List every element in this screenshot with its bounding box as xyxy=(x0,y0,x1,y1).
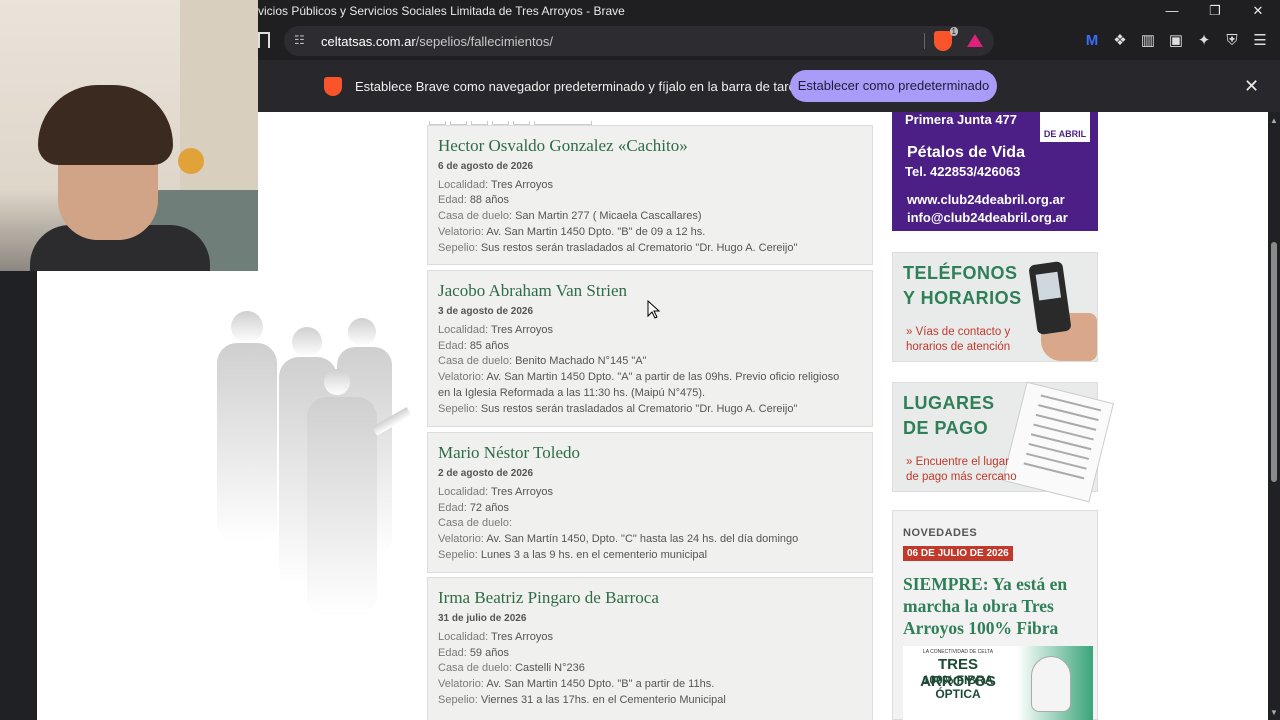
brave-shield-icon[interactable]: 1 xyxy=(934,27,958,51)
infobar-message: Establece Brave como navegador predeterm… xyxy=(355,79,810,94)
obituary-localidad: Localidad: Tres Arroyos xyxy=(438,324,553,336)
obituary-date: 6 de agosto de 2026 xyxy=(438,161,534,172)
obituary-sepelio: Sepelio: Sus restos serán trasladados al… xyxy=(438,403,798,415)
scrollbar[interactable]: ▲ ▼ xyxy=(1268,112,1280,720)
obituary-velatorio-cont: en la Iglesia Reformada a las 11:30 hs. … xyxy=(438,387,706,399)
obituary-velatorio: Velatorio: Av. San Martin 1450 Dpto. "B"… xyxy=(438,226,706,238)
site-settings-icon[interactable]: ☷ xyxy=(294,33,305,47)
scrollbar-thumb[interactable] xyxy=(1271,242,1277,482)
scroll-up-icon[interactable]: ▲ xyxy=(1270,116,1278,125)
address-bar[interactable]: ☷ celtatsas.com.ar/sepelios/fallecimient… xyxy=(284,26,994,56)
obituary-casa: Casa de duelo: San Martin 277 ( Micaela … xyxy=(438,210,702,222)
banner-heading: TELÉFONOS xyxy=(903,263,1018,283)
brave-rewards-icon[interactable] xyxy=(967,34,983,47)
mascot-image xyxy=(1031,656,1071,712)
novedades-heading: NOVEDADES xyxy=(903,527,978,539)
obituary-date: 31 de julio de 2026 xyxy=(438,613,527,624)
obituary-card: Mario Néstor Toledo 2 de agosto de 2026 … xyxy=(427,432,873,573)
infobar-close-icon[interactable]: ✕ xyxy=(1244,76,1259,97)
obituary-edad: Edad: 88 años xyxy=(438,194,509,206)
obituary-edad: Edad: 59 años xyxy=(438,647,509,659)
news-headline[interactable]: SIEMPRE: Ya está en marcha la obra Tres … xyxy=(903,573,1093,639)
obituary-card: Jacobo Abraham Van Strien 3 de agosto de… xyxy=(427,270,873,427)
lugares-de-pago-banner[interactable]: LUGARES DE PAGO » Encuentre el lugar de … xyxy=(892,381,1115,503)
obituary-localidad: Localidad: Tres Arroyos xyxy=(438,486,553,498)
obituary-velatorio: Velatorio: Av. San Martin 1450 Dpto. "B"… xyxy=(438,678,715,690)
banner-heading: DE PAGO xyxy=(903,418,989,438)
obituary-edad: Edad: 85 años xyxy=(438,340,509,352)
obituary-name[interactable]: Jacobo Abraham Van Strien xyxy=(438,281,627,301)
telefonos-horarios-banner[interactable]: TELÉFONOS Y HORARIOS » Vías de contacto … xyxy=(892,252,1098,362)
obituary-sepelio: Sepelio: Sus restos serán trasladados al… xyxy=(438,242,798,254)
close-icon[interactable]: ✕ xyxy=(1236,0,1280,22)
sidebar-icon[interactable]: ▥ xyxy=(1138,31,1158,51)
wallet-icon[interactable]: ▣ xyxy=(1166,31,1186,51)
news-image[interactable]: LA CONECTIVIDAD DE CELTA TRES ARROYOS 10… xyxy=(903,646,1093,720)
club-logo: DE ABRIL xyxy=(1040,112,1090,142)
set-default-button[interactable]: Establecer como predeterminado xyxy=(790,70,997,102)
silhouette-decoration xyxy=(217,311,412,617)
webcam-overlay xyxy=(0,0,258,271)
obituary-date: 2 de agosto de 2026 xyxy=(438,468,534,479)
leo-icon[interactable]: M xyxy=(1082,31,1102,51)
obituary-card: Irma Beatriz Pingaro de Barroca 31 de ju… xyxy=(427,577,873,720)
obituary-casa: Casa de duelo: Benito Machado N°145 "A" xyxy=(438,355,647,367)
banner-link[interactable]: » Encuentre el lugar xyxy=(906,455,1009,470)
obituary-date: 3 de agosto de 2026 xyxy=(438,306,534,317)
brave-logo-icon xyxy=(324,77,342,96)
window-title: vicios Públicos y Servicios Sociales Lim… xyxy=(258,4,625,18)
banner-link[interactable]: de pago más cercano xyxy=(906,470,1017,485)
minimize-icon[interactable]: — xyxy=(1150,0,1194,22)
default-browser-infobar: Establece Brave como navegador predeterm… xyxy=(258,60,1280,112)
news-image-subtitle: 100% FIBRA ÓPTICA xyxy=(922,673,994,701)
url-text[interactable]: celtatsas.com.ar/sepelios/fallecimientos… xyxy=(321,34,553,49)
news-date-badge: 06 DE JULIO DE 2026 xyxy=(903,546,1013,561)
banner-email: info@club24deabril.org.ar xyxy=(907,210,1068,225)
news-image-caption: LA CONECTIVIDAD DE CELTA xyxy=(922,649,994,655)
novedades-panel: NOVEDADES 06 DE JULIO DE 2026 SIEMPRE: Y… xyxy=(892,510,1098,720)
bookmark-icon[interactable] xyxy=(258,32,270,48)
banner-web: www.club24deabril.org.ar xyxy=(907,192,1065,207)
obituary-velatorio: Velatorio: Av. San Martín 1450, Dpto. "C… xyxy=(438,533,799,545)
obituary-card: Hector Osvaldo Gonzalez «Cachito» 6 de a… xyxy=(427,125,873,265)
scroll-down-icon[interactable]: ▼ xyxy=(1270,708,1278,717)
banner-heading: LUGARES xyxy=(903,393,995,413)
obituary-edad: Edad: 72 años xyxy=(438,502,509,514)
banner-title: Pétalos de Vida xyxy=(907,144,1025,161)
banner-address: Primera Junta 477 xyxy=(905,112,1018,127)
ai-icon[interactable]: ✦ xyxy=(1194,31,1214,51)
obituary-name[interactable]: Irma Beatriz Pingaro de Barroca xyxy=(438,588,659,608)
shield-count-badge: 1 xyxy=(949,27,958,36)
petalos-de-vida-banner[interactable]: Primera Junta 477 DE ABRIL Pétalos de Vi… xyxy=(892,112,1098,231)
banner-link[interactable]: horarios de atención xyxy=(906,340,1010,355)
banner-link[interactable]: » Vías de contacto y xyxy=(906,325,1010,340)
obituary-casa: Casa de duelo: Castelli N°236 xyxy=(438,662,585,674)
divider xyxy=(924,33,925,49)
menu-icon[interactable]: ☰ xyxy=(1250,31,1270,51)
obituary-velatorio: Velatorio: Av. San Martin 1450 Dpto. "A"… xyxy=(438,371,840,383)
pagination xyxy=(429,112,596,125)
phone-icon xyxy=(1028,260,1072,336)
obituary-casa: Casa de duelo: xyxy=(438,517,512,529)
restore-icon[interactable]: ❐ xyxy=(1193,0,1237,22)
invoice-icon xyxy=(1001,381,1115,503)
obituary-sepelio: Sepelio: Lunes 3 a las 9 hs. en el cemen… xyxy=(438,549,708,561)
banner-phone: Tel. 422853/426063 xyxy=(905,164,1021,179)
vpn-icon[interactable]: ⛨ xyxy=(1222,31,1242,51)
mouse-cursor-icon xyxy=(647,300,661,319)
obituary-name[interactable]: Hector Osvaldo Gonzalez «Cachito» xyxy=(438,136,688,156)
obituary-localidad: Localidad: Tres Arroyos xyxy=(438,631,553,643)
extensions-icon[interactable]: ❖ xyxy=(1110,31,1130,51)
banner-heading: Y HORARIOS xyxy=(903,288,1022,308)
obituary-sepelio: Sepelio: Viernes 31 a las 17hs. en el Ce… xyxy=(438,694,726,706)
obituary-name[interactable]: Mario Néstor Toledo xyxy=(438,443,580,463)
obituary-localidad: Localidad: Tres Arroyos xyxy=(438,179,553,191)
